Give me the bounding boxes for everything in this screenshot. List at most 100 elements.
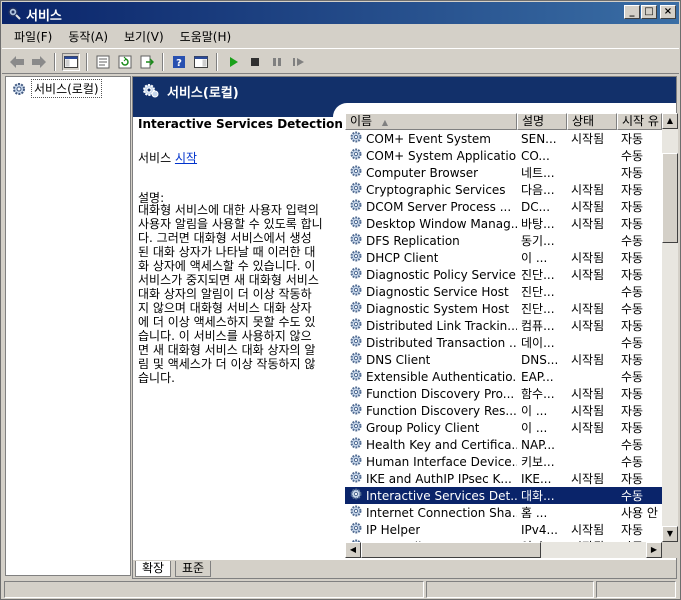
service-gear-icon xyxy=(349,487,363,504)
table-row[interactable]: Extensible Authenticatio... EAP... 수동 xyxy=(345,368,662,385)
table-row[interactable]: COM+ System Application CO... 수동 xyxy=(345,147,662,164)
service-startup-type: 수동 xyxy=(621,285,644,299)
refresh-icon[interactable] xyxy=(116,53,134,71)
service-startup-type: 자동 xyxy=(621,132,644,146)
scroll-left-icon[interactable]: ◀ xyxy=(345,542,361,558)
table-row[interactable]: Diagnostic System Host 진단... 시작됨 수동 xyxy=(345,300,662,317)
table-row[interactable]: Interactive Services Det... 대화... 수동 xyxy=(345,487,662,504)
scroll-up-icon[interactable]: ▲ xyxy=(662,113,678,129)
table-row[interactable]: Diagnostic Service Host 진단... 수동 xyxy=(345,283,662,300)
vertical-scrollbar[interactable]: ▲ ▼ xyxy=(662,113,678,550)
service-name: Diagnostic Service Host xyxy=(366,284,509,299)
description-line: 다. 그러면 대화형 서비스에서 생성 xyxy=(138,231,312,245)
service-name-cell: IKE and AuthIP IPsec K... xyxy=(345,470,517,487)
table-row[interactable]: Desktop Window Manag... 바탕... 시작됨 자동 xyxy=(345,215,662,232)
service-name-cell: Internet Connection Sha... xyxy=(345,504,517,521)
service-name-cell: IP Helper xyxy=(345,521,517,538)
table-row[interactable]: Internet Connection Sha... 홈 ... 사용 안 xyxy=(345,504,662,521)
status-bar xyxy=(2,579,679,599)
service-status: 시작됨 xyxy=(571,472,605,486)
tab-extended[interactable]: 확장 xyxy=(135,561,172,577)
service-description: 데이... xyxy=(521,336,555,350)
table-row[interactable]: Computer Browser 네트... 자동 xyxy=(345,164,662,181)
service-name-cell: Group Policy Client xyxy=(345,419,517,436)
scroll-right-icon[interactable]: ▶ xyxy=(646,542,662,558)
service-name-cell: Interactive Services Det... xyxy=(345,487,517,504)
table-row[interactable]: IP Helper IPv4... 시작됨 자동 xyxy=(345,521,662,538)
show-hide-action-pane-icon[interactable] xyxy=(192,53,210,71)
maximize-button[interactable]: □ xyxy=(641,5,657,19)
minimize-button[interactable]: _ xyxy=(624,5,640,19)
title-bar[interactable]: 서비스 _ □ × xyxy=(2,2,679,24)
vertical-scroll-thumb[interactable] xyxy=(662,153,678,243)
table-row[interactable]: DNS Client DNS... 시작됨 자동 xyxy=(345,351,662,368)
service-gear-icon xyxy=(349,232,363,249)
table-row[interactable]: Diagnostic Policy Service 진단... 시작됨 자동 xyxy=(345,266,662,283)
horizontal-scroll-thumb[interactable] xyxy=(361,542,541,558)
description-line: 사용자 알림을 사용할 수 있도록 합니 xyxy=(138,217,323,231)
scroll-down-icon[interactable]: ▼ xyxy=(662,526,678,542)
horizontal-scrollbar[interactable]: ◀ ▶ xyxy=(345,542,662,558)
export-list-icon[interactable] xyxy=(138,53,156,71)
service-status: 시작됨 xyxy=(571,353,605,367)
service-description: DNS... xyxy=(521,352,559,367)
help-icon[interactable]: ? xyxy=(170,53,188,71)
service-name: Computer Browser xyxy=(366,165,479,180)
table-row[interactable]: COM+ Event System SEN... 시작됨 자동 xyxy=(345,130,662,147)
table-row[interactable]: DFS Replication 동기... 수동 xyxy=(345,232,662,249)
tree-item-services-local[interactable]: 서비스(로컬) xyxy=(11,79,102,98)
table-row[interactable]: Cryptographic Services 다음... 시작됨 자동 xyxy=(345,181,662,198)
column-header-name[interactable]: 이름 ▲ xyxy=(345,113,517,130)
column-header-status[interactable]: 상태 xyxy=(567,113,617,130)
service-description: 컴퓨... xyxy=(521,319,555,333)
start-service-icon[interactable] xyxy=(224,53,242,71)
table-row[interactable]: DCOM Server Process ... DC... 시작됨 자동 xyxy=(345,198,662,215)
table-row[interactable]: Health Key and Certifica... NAP... 수동 xyxy=(345,436,662,453)
service-name: Internet Connection Sha... xyxy=(366,505,517,520)
pause-service-icon[interactable] xyxy=(268,53,286,71)
service-gear-icon xyxy=(349,317,363,334)
stop-service-icon[interactable] xyxy=(246,53,264,71)
start-service-link[interactable]: 시작 xyxy=(175,151,197,165)
description-pane: Interactive Services Detection 서비스 시작 설명… xyxy=(138,117,343,557)
service-startup-type: 자동 xyxy=(621,183,644,197)
tab-standard[interactable]: 표준 xyxy=(175,561,212,577)
table-row[interactable]: Distributed Transaction ... 데이... 수동 xyxy=(345,334,662,351)
menu-file[interactable]: 파일(F) xyxy=(2,28,60,45)
column-header-description[interactable]: 설명 xyxy=(517,113,567,130)
service-gear-icon xyxy=(349,385,363,402)
service-startup-type: 자동 xyxy=(621,387,644,401)
back-arrow-icon[interactable] xyxy=(8,53,26,71)
close-button[interactable]: × xyxy=(660,5,676,19)
table-row[interactable]: Human Interface Device... 키보... 수동 xyxy=(345,453,662,470)
table-row[interactable]: Function Discovery Pro... 함수... 시작됨 자동 xyxy=(345,385,662,402)
service-gear-icon xyxy=(349,351,363,368)
service-description: 홈 ... xyxy=(521,506,548,520)
table-row[interactable]: Distributed Link Trackin... 컴퓨... 시작됨 자동 xyxy=(345,317,662,334)
menu-view[interactable]: 보기(V) xyxy=(116,28,172,45)
menu-help[interactable]: 도움말(H) xyxy=(172,28,240,45)
column-header-startup-type[interactable]: 시작 유 xyxy=(617,113,662,130)
service-gear-icon xyxy=(349,521,363,538)
forward-arrow-icon[interactable] xyxy=(30,53,48,71)
description-line: 된 대화 상자가 나타날 때 이러한 대 xyxy=(138,245,316,259)
service-status: 시작됨 xyxy=(571,421,605,435)
description-line: 면 새 대화형 서비스 대화 상자의 알 xyxy=(138,343,316,357)
menu-action[interactable]: 동작(A) xyxy=(60,28,116,45)
service-description: 진단... xyxy=(521,302,555,316)
console-tree-icon[interactable] xyxy=(62,53,80,71)
table-row[interactable]: Function Discovery Res... 이 ... 시작됨 자동 xyxy=(345,402,662,419)
restart-service-icon[interactable] xyxy=(290,53,308,71)
service-name: DFS Replication xyxy=(366,233,460,248)
table-row[interactable]: Group Policy Client 이 ... 시작됨 자동 xyxy=(345,419,662,436)
properties-icon[interactable] xyxy=(94,53,112,71)
service-name-cell: Cryptographic Services xyxy=(345,181,517,198)
service-gear-icon xyxy=(349,368,363,385)
service-name: COM+ Event System xyxy=(366,131,491,146)
table-row[interactable]: IKE and AuthIP IPsec K... IKE... 시작됨 자동 xyxy=(345,470,662,487)
service-gear-icon xyxy=(349,147,363,164)
service-name: DCOM Server Process ... xyxy=(366,199,512,214)
service-name: Distributed Transaction ... xyxy=(366,335,517,350)
table-row[interactable]: DHCP Client 이 ... 시작됨 자동 xyxy=(345,249,662,266)
service-name: DNS Client xyxy=(366,352,431,367)
